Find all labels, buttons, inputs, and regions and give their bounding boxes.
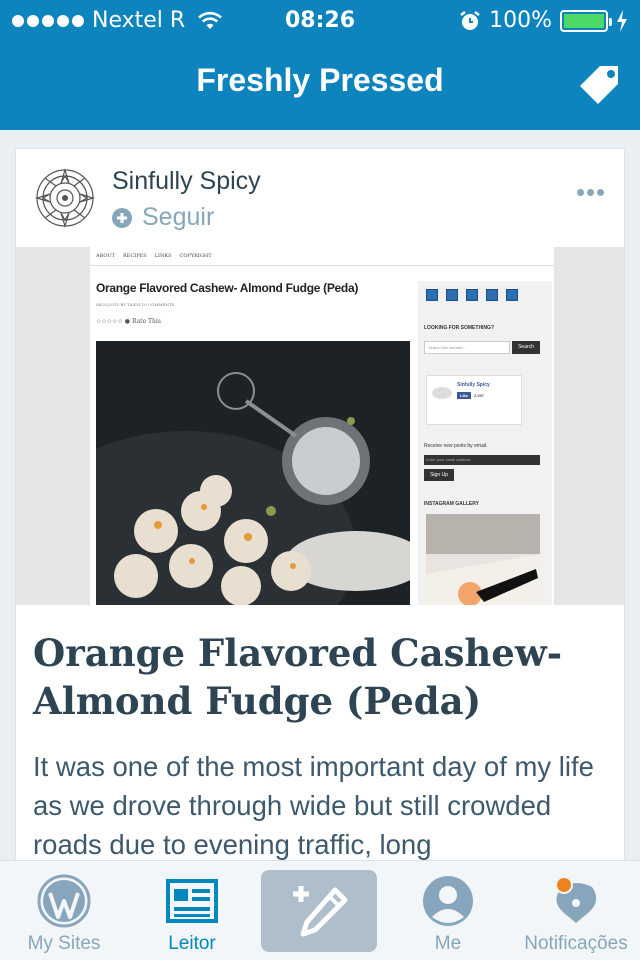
featured-image[interactable]: ABOUT RECIPES LINKS COPYRIGHT Orange Fla… <box>16 247 624 605</box>
rate-label: Rate This <box>131 318 161 325</box>
battery-percent: 100% <box>489 8 552 33</box>
follow-button[interactable]: Seguir <box>112 203 214 232</box>
tab-label: Notificações <box>524 933 628 954</box>
share-icons <box>426 289 518 301</box>
notification-badge <box>557 878 571 892</box>
divider <box>90 265 554 266</box>
facebook-widget: Sinfully Spicy Like 2,997 <box>426 375 522 425</box>
fb-like-row: Like 2,997 <box>457 392 484 399</box>
tab-label: Me <box>434 933 462 954</box>
tag-icon[interactable] <box>578 64 622 108</box>
page-title: Freshly Pressed <box>196 62 444 98</box>
post-title[interactable]: Orange Flavored Cashew-Almond Fudge (Ped… <box>33 629 613 725</box>
tab-my-sites[interactable]: My Sites <box>0 861 128 960</box>
blog-screenshot: ABOUT RECIPES LINKS COPYRIGHT Orange Fla… <box>90 247 554 605</box>
fb-page-name: Sinfully Spicy <box>457 382 490 388</box>
search-heading: LOOKING FOR SOMETHING? <box>424 325 494 331</box>
tab-label: Leitor <box>168 933 216 954</box>
charging-icon <box>617 9 627 32</box>
tab-bar: My Sites Leitor Me Notificações <box>0 860 640 960</box>
instagram-heading: INSTAGRAM GALLERY <box>424 501 479 507</box>
new-post-button[interactable] <box>261 870 377 952</box>
alarm-icon <box>460 10 480 30</box>
email-input: Enter your email address <box>424 455 540 465</box>
blog-menu-item: ABOUT <box>96 253 116 259</box>
post-card[interactable]: Sinfully Spicy Seguir ABOUT RECIPES LINK… <box>15 148 625 888</box>
ellipsis-icon[interactable] <box>577 189 604 196</box>
plus-circle-icon <box>112 207 132 228</box>
blog-search-button: Search <box>512 341 540 354</box>
blog-search-input: Search this website... <box>424 341 510 354</box>
food-photo <box>96 341 410 605</box>
app-header: Nextel R 08:26 100% Freshly Pressed <box>0 0 640 130</box>
email-text: Receive new posts by email. <box>424 443 488 449</box>
signup-button: Sign Up <box>424 469 454 481</box>
instagram-photo <box>426 514 540 605</box>
tab-me[interactable]: Me <box>384 861 512 960</box>
status-bar: Nextel R 08:26 100% <box>0 0 640 40</box>
wordpress-icon <box>37 874 91 928</box>
battery-icon <box>560 9 612 32</box>
blog-menu-item: LINKS <box>154 253 172 259</box>
new-post-icon <box>293 886 348 937</box>
follow-label: Seguir <box>142 203 215 231</box>
reader-icon <box>166 879 218 923</box>
blog-menu-item: COPYRIGHT <box>179 253 212 259</box>
blog-name[interactable]: Sinfully Spicy <box>112 167 261 196</box>
tab-notifications[interactable]: Notificações <box>512 861 640 960</box>
blog-rating: ☆☆☆☆☆ ● Rate This <box>96 318 161 325</box>
blog-menu: ABOUT RECIPES LINKS COPYRIGHT <box>96 253 212 259</box>
notifications-icon <box>555 876 597 923</box>
fb-like-count: 2,997 <box>474 393 485 398</box>
blog-sidebar: LOOKING FOR SOMETHING? Search this websi… <box>418 281 552 605</box>
blog-post-meta: 04/22/2015 BY TANVI 10 COMMENTS <box>96 302 175 307</box>
tab-label: My Sites <box>27 933 101 954</box>
profile-icon <box>423 876 473 926</box>
blog-post-title: Orange Flavored Cashew- Almond Fudge (Pe… <box>96 281 359 295</box>
blog-logo-icon <box>432 387 452 399</box>
tab-reader[interactable]: Leitor <box>128 861 256 960</box>
blog-menu-item: RECIPES <box>123 253 147 259</box>
blog-avatar[interactable] <box>34 167 96 229</box>
post-excerpt: It was one of the most important day of … <box>33 751 594 860</box>
fb-like-button: Like <box>457 392 472 399</box>
nav-bar: Freshly Pressed <box>0 40 640 130</box>
